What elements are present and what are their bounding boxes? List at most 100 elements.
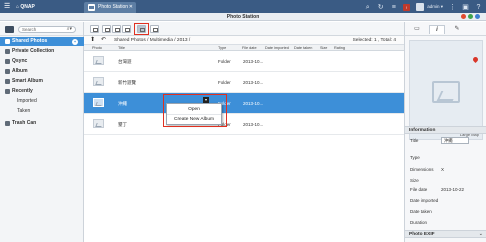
tasks-icon[interactable]: ≡ <box>390 4 397 11</box>
toggle-sidebar-button[interactable] <box>5 26 14 33</box>
photo-exif-header[interactable]: Photo EXIF ⌄ <box>405 230 486 238</box>
breadcrumb-bar: ⬆ ↶ Shared Photos / Multimedia / 2013 / … <box>84 36 404 45</box>
row-title: 墾丁 <box>118 122 127 127</box>
field-label: Date imported <box>410 198 439 203</box>
sidebar-item-label: Imported <box>17 98 37 104</box>
field-label: Date taken <box>410 209 432 214</box>
table-row[interactable]: 新竹遊覽 Folder 2013-10... <box>84 72 404 93</box>
timeline-view-button[interactable] <box>112 25 121 33</box>
lock-icon <box>5 49 10 54</box>
album-icon <box>5 69 10 74</box>
sidebar-item-shared-photos[interactable]: Shared Photos + <box>0 37 84 46</box>
search-icon[interactable]: ⌕ <box>364 4 371 11</box>
tab-thumbnail-icon[interactable]: ▭ <box>409 25 425 34</box>
panel-tabs: ▭ i ✎ <box>405 22 486 36</box>
information-header[interactable]: Information <box>405 126 486 134</box>
sidebar-item-label: Album <box>12 68 28 74</box>
screen-icon[interactable]: ▣ <box>462 4 469 11</box>
sidebar-item-label: Trash Can <box>12 120 37 126</box>
field-dimensions: Dimensions X <box>410 165 486 174</box>
tab-close-icon[interactable]: ✕ <box>129 2 133 13</box>
notification-icon[interactable]: ! <box>403 3 411 11</box>
table-row[interactable]: 墾丁 Folder 2013-10... <box>84 114 404 135</box>
chevron-down-icon: ⌄ <box>478 231 483 237</box>
main-menu-icon[interactable]: ☰ <box>4 3 12 10</box>
information-header-label: Information <box>409 128 436 133</box>
maximize-button[interactable] <box>468 14 473 19</box>
options-icon[interactable]: ⋮ <box>449 4 456 11</box>
qsync-icon <box>5 59 10 64</box>
map-preview[interactable]: Large Map <box>409 40 483 140</box>
field-label: Title <box>410 138 419 143</box>
folder-thumbnail <box>93 98 104 107</box>
tab-label: Photo Station <box>98 4 129 10</box>
field-date-taken: Date taken <box>410 207 486 216</box>
top-bar-icons: ⌕ ↻ ≡ ! admin ▾ ⋮ ▣ ? <box>364 3 482 11</box>
folder-thumbnail <box>93 77 104 86</box>
smart-album-icon <box>5 79 10 84</box>
thumbnail-view-button[interactable] <box>90 25 99 33</box>
search-options-icon[interactable]: ⌕▾ <box>67 27 72 32</box>
field-duration: Duration <box>410 218 486 227</box>
minimize-button[interactable] <box>461 14 466 19</box>
field-size: Size <box>410 176 486 185</box>
field-file-date: File date 2013-10-22 <box>410 185 486 194</box>
tab-photo-station[interactable]: Photo Station ✕ <box>84 2 136 13</box>
refresh-icon[interactable]: ↻ <box>377 4 384 11</box>
user-menu[interactable]: admin ▾ <box>427 4 443 10</box>
sidebar-item-smart-album[interactable]: Smart Album <box>0 77 84 86</box>
highlight-context-menu <box>163 94 227 127</box>
row-type: Folder <box>218 80 231 85</box>
back-icon[interactable]: ↶ <box>101 36 106 45</box>
row-file-date: 2013-10... <box>243 101 264 106</box>
breadcrumb[interactable]: Shared Photos / Multimedia / 2013 / <box>114 36 190 45</box>
sidebar-item-trash-can[interactable]: Trash Can <box>0 119 84 128</box>
highlight-list-view <box>134 23 149 35</box>
image-placeholder-icon <box>432 81 460 103</box>
field-type: Type <box>410 153 486 162</box>
app-title-bar: Photo Station <box>0 13 486 21</box>
help-icon[interactable]: ? <box>475 4 482 11</box>
field-value: X <box>441 167 445 172</box>
user-avatar[interactable] <box>416 3 425 11</box>
qnap-logo: ⌂ QNAP <box>16 4 35 10</box>
row-file-date: 2013-10... <box>243 59 264 64</box>
sidebar-item-imported[interactable]: Imported <box>0 97 84 106</box>
search-placeholder: Search <box>22 27 37 32</box>
add-shared-icon[interactable]: + <box>72 39 78 45</box>
clock-icon <box>5 89 10 94</box>
row-title: 沖繩 <box>118 101 127 106</box>
row-file-date: 2013-10... <box>243 122 264 127</box>
field-value: 2013-10-22 <box>441 187 465 192</box>
field-label: Type <box>410 155 420 160</box>
sidebar-item-label: Recently <box>12 88 33 94</box>
grid-view-button[interactable] <box>102 25 111 33</box>
sidebar-item-recently[interactable]: Recently <box>0 87 84 96</box>
tab-info-icon[interactable]: i <box>429 25 445 34</box>
tab-edit-icon[interactable]: ✎ <box>449 25 465 34</box>
sidebar: Search ⌕▾ Shared Photos + Private Collec… <box>0 22 84 242</box>
sidebar-item-qsync[interactable]: Qsync <box>0 57 84 66</box>
shared-photos-icon <box>5 39 10 44</box>
table-row[interactable]: 台灣遊 Folder 2013-10... <box>84 51 404 72</box>
field-label: File date <box>410 187 428 192</box>
row-title: 新竹遊覽 <box>118 80 136 85</box>
folder-thumbnail <box>93 56 104 65</box>
slideshow-button[interactable] <box>150 25 159 33</box>
sidebar-item-label: Shared Photos <box>12 38 48 44</box>
folder-thumbnail <box>93 119 104 128</box>
search-input[interactable]: Search ⌕▾ <box>18 26 76 33</box>
row-file-date: 2013-10... <box>243 80 264 85</box>
close-button[interactable] <box>475 14 480 19</box>
sidebar-item-album[interactable]: Album <box>0 67 84 76</box>
field-date-imported: Date imported <box>410 196 486 205</box>
field-title: Title 沖繩 <box>410 136 486 145</box>
upload-icon[interactable]: ⬆ <box>90 36 95 45</box>
field-label: Dimensions <box>410 167 434 172</box>
sidebar-item-private-collection[interactable]: Private Collection <box>0 47 84 56</box>
list-icon-view-button[interactable] <box>122 25 131 33</box>
photo-exif-header-label: Photo EXIF <box>409 232 435 237</box>
title-input[interactable]: 沖繩 <box>441 137 469 144</box>
sidebar-item-taken[interactable]: Taken <box>0 107 84 116</box>
table-row-selected[interactable]: 沖繩 Folder 2013-10... <box>84 93 404 114</box>
